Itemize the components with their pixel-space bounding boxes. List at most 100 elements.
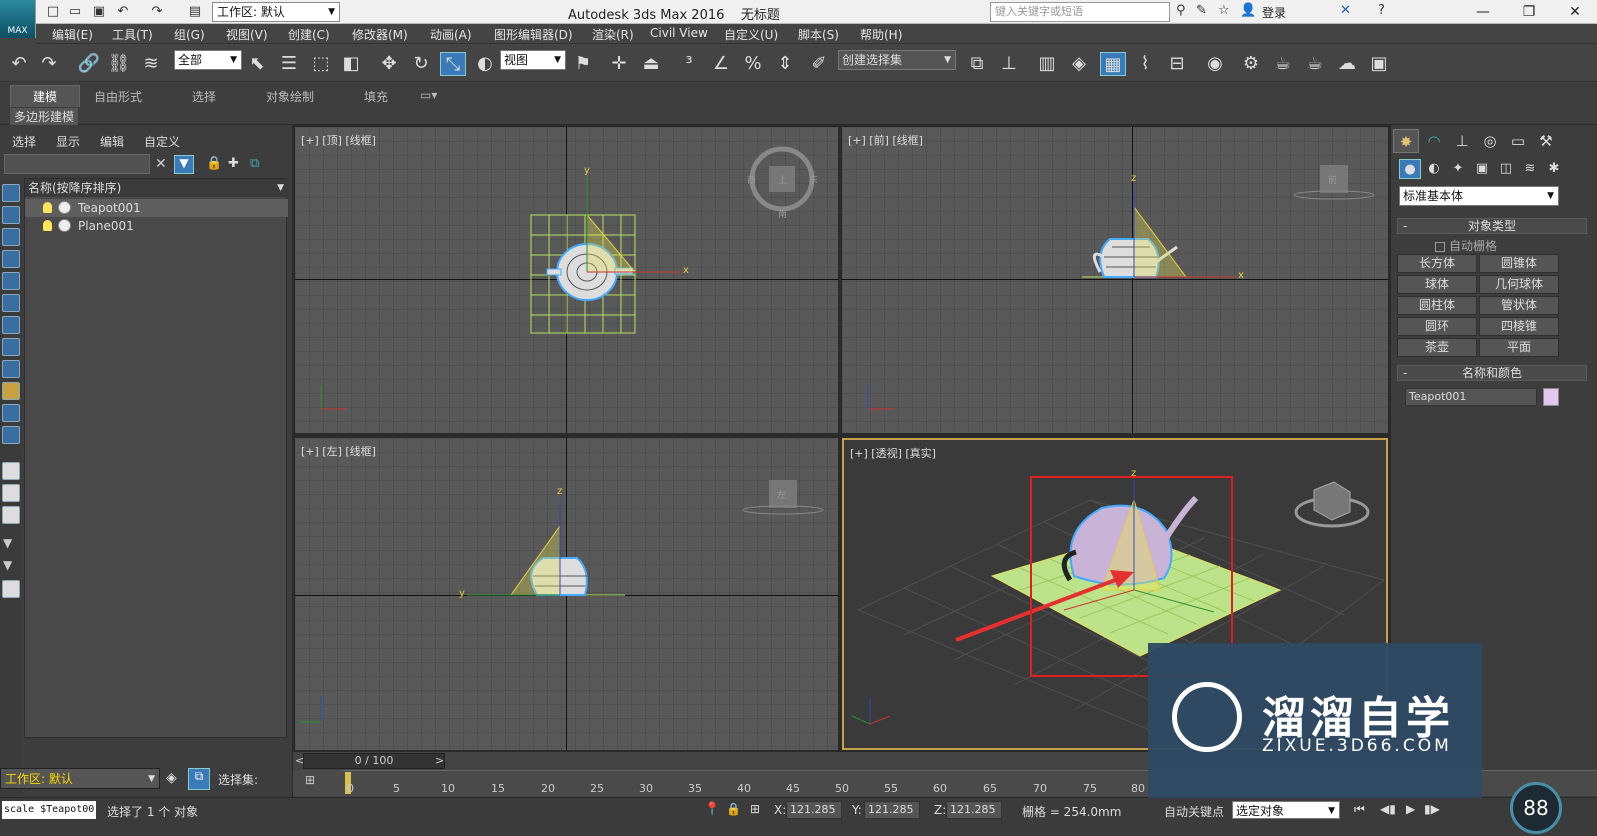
binoculars-icon[interactable]: ⚲ <box>1176 3 1186 18</box>
menu-customize[interactable]: 自定义(U) <box>724 26 778 43</box>
menu-views[interactable]: 视图(V) <box>226 26 268 43</box>
user-icon[interactable]: 👤 <box>1240 3 1256 18</box>
render-online-icon[interactable]: ▣ <box>1366 52 1392 76</box>
bind-spacewarp-icon[interactable]: ≋ <box>138 52 164 76</box>
scene-tab-display[interactable]: 显示 <box>56 133 80 150</box>
torus-button[interactable]: 圆环 <box>1397 317 1477 336</box>
exchange-icon[interactable]: ✕ <box>1340 3 1351 18</box>
toggle-ribbon-icon[interactable]: ▦ <box>1100 52 1126 76</box>
display-none-icon[interactable] <box>2 484 20 502</box>
viewport-left[interactable]: [+] [左] [线框] y z 左 <box>295 438 838 750</box>
autogrid-checkbox[interactable]: 自动栅格 <box>1435 237 1497 254</box>
menu-tools[interactable]: 工具(T) <box>112 26 153 43</box>
spinner-snap-icon[interactable]: ⇕ <box>772 52 798 76</box>
viewport-front[interactable]: [+] [前] [线框] x z 前 <box>842 127 1388 433</box>
undo-icon[interactable]: ↶ <box>114 3 132 21</box>
layer-explorer-icon[interactable]: ◈ <box>1066 52 1092 76</box>
star-icon[interactable]: ☆ <box>1218 3 1230 18</box>
display-bones-icon[interactable] <box>2 360 20 378</box>
redo-icon[interactable]: ↷ <box>148 3 166 21</box>
lights-icon[interactable]: ✦ <box>1447 159 1469 179</box>
absolute-mode-icon[interactable]: ⊞ <box>750 802 760 816</box>
box-button[interactable]: 长方体 <box>1397 254 1477 273</box>
ribbon-tab-selection[interactable]: 选择 <box>192 88 216 105</box>
modify-tab-icon[interactable]: ◠ <box>1421 129 1447 153</box>
object-category-dropdown[interactable]: 标准基本体 ▼ <box>1399 186 1559 206</box>
object-color-swatch[interactable] <box>1543 388 1559 406</box>
clear-search-icon[interactable]: ✕ <box>155 156 167 172</box>
layers-toggle-icon[interactable]: ◈ <box>166 770 177 786</box>
y-coordinate[interactable]: 121.285 <box>864 801 920 819</box>
communication-icon[interactable]: ✎ <box>1196 3 1207 18</box>
keyboard-shortcut-icon[interactable]: ⏏ <box>638 52 664 76</box>
help-icon[interactable]: ? <box>1378 3 1385 18</box>
curve-editor-icon[interactable]: ⌇ <box>1132 52 1158 76</box>
schematic-view-icon[interactable]: ⊟ <box>1164 52 1190 76</box>
display-invert-icon[interactable] <box>2 506 20 524</box>
workspace-selector[interactable]: 工作区: 默认 ▼ <box>0 768 160 789</box>
search-input[interactable]: 键入关键字或短语 <box>990 2 1170 22</box>
cameras-icon[interactable]: ▣ <box>1471 159 1493 179</box>
display-geometry-icon[interactable] <box>2 184 20 202</box>
create-tab-icon[interactable]: ✸ <box>1393 129 1419 153</box>
display-containers-icon[interactable] <box>2 382 20 400</box>
align-icon[interactable]: ⊥ <box>996 52 1022 76</box>
add-selection-icon[interactable]: ✚ <box>228 156 239 171</box>
link-icon[interactable]: 🔗 <box>76 52 102 76</box>
display-hidden-icon[interactable] <box>2 426 20 444</box>
menu-edit[interactable]: 编辑(E) <box>52 26 93 43</box>
menu-help[interactable]: 帮助(H) <box>860 26 902 43</box>
rendered-frame-icon[interactable]: ☕ <box>1270 52 1296 76</box>
material-editor-icon[interactable]: ◉ <box>1202 52 1228 76</box>
angle-snap-icon[interactable]: ∠ <box>708 52 734 76</box>
render-iterative-icon[interactable]: ☁ <box>1334 52 1360 76</box>
scene-search-input[interactable] <box>4 154 150 174</box>
display-lights-icon[interactable] <box>2 228 20 246</box>
maximize-button[interactable]: ❐ <box>1506 0 1552 24</box>
redo-icon[interactable]: ↷ <box>36 52 62 76</box>
named-selection-dropdown[interactable]: 创建选择集 ▼ <box>838 50 956 70</box>
next-key-icon[interactable]: ▮▶ <box>1424 802 1440 816</box>
scale-icon[interactable]: ⤡ <box>440 52 466 76</box>
scene-tab-select[interactable]: 选择 <box>12 133 36 150</box>
prev-key-icon[interactable]: ◀▮ <box>1380 802 1396 816</box>
selection-filter-dropdown[interactable]: 全部 ▼ <box>174 50 242 70</box>
hierarchy-tab-icon[interactable]: ⊥ <box>1449 129 1475 153</box>
scene-item-teapot[interactable]: Teapot001 <box>25 199 288 217</box>
menu-create[interactable]: 创建(C) <box>288 26 330 43</box>
scene-item-plane[interactable]: Plane001 <box>25 217 288 235</box>
select-object-icon[interactable]: ⬉ <box>244 52 270 76</box>
display-helpers-icon[interactable] <box>2 272 20 290</box>
visibility-icon[interactable] <box>58 219 71 232</box>
hierarchy-icon[interactable]: ⧉ <box>250 156 259 171</box>
ribbon-tab-freeform[interactable]: 自由形式 <box>94 88 142 105</box>
close-button[interactable]: ✕ <box>1552 0 1597 24</box>
rotate-icon[interactable]: ↻ <box>408 52 434 76</box>
menu-animation[interactable]: 动画(A) <box>430 26 472 43</box>
menu-rendering[interactable]: 渲染(R) <box>592 26 634 43</box>
display-spacewarps-icon[interactable] <box>2 294 20 312</box>
hierarchy-mode-icon[interactable]: ⧉ <box>188 768 210 790</box>
geosphere-button[interactable]: 几何球体 <box>1479 275 1559 294</box>
workspace-dropdown[interactable]: 工作区: 默认 ▼ <box>212 2 340 22</box>
filter-icon[interactable]: ▼ <box>174 155 194 174</box>
systems-icon[interactable]: ✱ <box>1543 159 1565 179</box>
display-tab-icon[interactable]: ▭ <box>1505 129 1531 153</box>
name-color-rollout[interactable]: - 名称和颜色 <box>1397 365 1587 381</box>
object-name-input[interactable]: Teapot001 <box>1405 388 1537 406</box>
key-filter-dropdown[interactable]: 选定对象 ▼ <box>1232 801 1340 819</box>
menu-civil-view[interactable]: Civil View <box>650 26 708 40</box>
mini-curve-icon[interactable]: ⊞ <box>305 773 315 787</box>
utilities-tab-icon[interactable]: ⚒ <box>1533 129 1559 153</box>
snaps-toggle-icon[interactable]: ³ <box>676 52 702 76</box>
pivot-center-icon[interactable]: ⚑ <box>570 52 596 76</box>
play-icon[interactable]: ▶ <box>1406 802 1415 816</box>
layers-icon[interactable] <box>2 580 20 598</box>
teapot-button[interactable]: 茶壶 <box>1397 338 1477 357</box>
scene-explorer-icon[interactable]: ▥ <box>1034 52 1060 76</box>
next-frame-icon[interactable]: > <box>435 754 444 767</box>
sphere-button[interactable]: 球体 <box>1397 275 1477 294</box>
menu-scripting[interactable]: 脚本(S) <box>798 26 839 43</box>
helpers-icon[interactable]: ◫ <box>1495 159 1517 179</box>
select-manipulate-icon[interactable]: ✛ <box>606 52 632 76</box>
